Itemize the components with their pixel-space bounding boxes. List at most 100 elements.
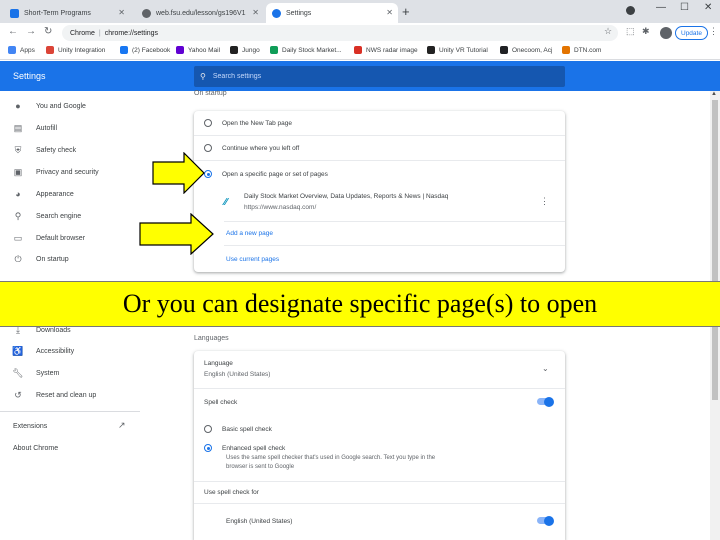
startup-option-specific-pages[interactable]: Open a specific page or set of pages [194,164,565,184]
startup-option-new-tab[interactable]: Open the New Tab page [194,113,565,133]
sidebar-item-privacy[interactable]: ▣ Privacy and security [0,163,140,181]
sidebar-item-label: System [36,369,60,377]
bookmark-item[interactable]: Yahoo Mail [176,46,220,54]
scroll-up-arrow-icon[interactable]: ▲ [711,91,717,97]
bookmark-item[interactable]: DTN.com [562,46,601,54]
bookmark-label: Onecoom, Acj [512,46,553,54]
startup-option-continue[interactable]: Continue where you left off [194,138,565,158]
bookmark-favicon [270,46,278,54]
chevron-down-icon[interactable]: ⌄ [542,364,549,373]
sidebar-item-default-browser[interactable]: ▭ Default browser [0,229,140,247]
radio-button-selected[interactable] [204,444,212,452]
more-options-icon[interactable]: ⋮ [540,196,549,207]
tab-settings[interactable]: Settings ✕ [266,3,398,23]
close-icon[interactable]: ✕ [386,8,393,17]
browser-icon: ▭ [13,232,23,243]
radio-button[interactable] [204,144,212,152]
bookmark-item[interactable]: (2) Facebook [120,46,170,54]
sidebar-item-label: Search engine [36,212,82,220]
radio-button[interactable] [204,425,212,433]
option-label: Open the New Tab page [222,119,292,127]
bookmark-item[interactable]: Daily Stock Market... [270,46,342,54]
close-icon[interactable]: ✕ [252,8,259,17]
back-arrow-icon[interactable]: ← [8,26,18,37]
sidebar-item-about[interactable]: About Chrome [0,439,140,457]
extension-icon[interactable]: ⬚ [626,26,635,37]
site-chip[interactable]: Chrome [70,30,95,37]
use-spell-check-for-label: Use spell check for [204,489,259,496]
sidebar-divider [0,411,140,412]
bookmark-item[interactable]: Unity Integration [46,46,105,54]
bookmark-label: Unity VR Tutorial [439,46,488,54]
reload-icon[interactable]: ↻ [44,26,52,37]
bookmark-item[interactable]: Onecoom, Acj [500,46,552,54]
spell-language-toggle[interactable] [537,515,554,526]
scrollbar-thumb[interactable] [712,100,718,400]
link-label: Add a new page [226,229,273,237]
palette-icon: ◕ [15,189,21,199]
close-icon[interactable]: ✕ [118,8,125,17]
external-link-icon[interactable]: ↗ [118,420,126,431]
sidebar-item-appearance[interactable]: ◕ Appearance [0,185,140,203]
clipboard-icon: ▤ [13,122,23,133]
bookmark-apps[interactable]: Apps [8,46,35,54]
spell-check-row[interactable]: Spell check [194,392,565,412]
sidebar-item-reset[interactable]: ↺ Reset and clean up [0,386,140,404]
settings-search[interactable]: ⚲ [194,66,565,87]
address-bar[interactable]: Chrome | chrome://settings [62,25,618,41]
divider [194,135,565,136]
annotation-arrow-icon [152,152,205,194]
menu-icon[interactable]: ⋮ [709,26,718,37]
use-current-pages-link[interactable]: Use current pages [194,249,565,269]
bookmark-item[interactable]: NWS radar image [354,46,418,54]
bookmarks-bar: Apps Unity Integration (2) Facebook Yaho… [0,43,720,60]
sidebar-item-safety-check[interactable]: ⛨ Safety check [0,141,140,159]
search-icon: ⚲ [14,210,22,221]
tab-web-fsu[interactable]: web.fsu.edu/lesson/gs196V1 ✕ [136,3,264,23]
settings-header: Settings ⚲ [0,61,720,91]
option-label: Continue where you left off [222,144,300,152]
tab-short-term-programs[interactable]: Short-Term Programs ✕ [4,3,130,23]
sidebar-item-autofill[interactable]: ▤ Autofill [0,119,140,137]
maximize-button[interactable]: ☐ [680,2,689,13]
bookmark-item[interactable]: Unity VR Tutorial [427,46,488,54]
shield-icon: ⛨ [14,144,22,155]
bookmark-item[interactable]: Jungo [230,46,260,54]
spell-language-row[interactable]: English (United States) [194,511,565,531]
url-text[interactable]: chrome://settings [105,30,158,37]
option-label: Basic spell check [222,425,272,433]
screen: Short-Term Programs ✕ web.fsu.edu/lesson… [0,0,720,540]
puzzle-icon[interactable]: ✱ [642,26,650,37]
bookmark-label: Apps [20,46,35,54]
sidebar-item-on-startup[interactable]: ⏻ On startup [0,250,140,268]
caption-banner: Or you can designate specific page(s) to… [0,281,720,327]
tab-label: Short-Term Programs [24,9,91,17]
person-icon: ● [15,101,21,111]
nasdaq-icon: ∕∕ [224,197,228,208]
add-new-page-link[interactable]: Add a new page [194,223,565,243]
new-tab-button[interactable]: + [402,4,410,19]
account-icon[interactable] [626,6,635,15]
star-icon[interactable]: ☆ [604,26,612,37]
sidebar-item-you-and-google[interactable]: ● You and Google [0,97,140,115]
update-button[interactable]: Update [675,26,708,40]
sidebar-item-label: Reset and clean up [36,391,97,399]
bookmark-label: Daily Stock Market... [282,46,342,54]
sidebar-item-search-engine[interactable]: ⚲ Search engine [0,207,140,225]
search-input[interactable] [212,73,513,80]
radio-button[interactable] [204,119,212,127]
sidebar-item-accessibility[interactable]: ♿ Accessibility [0,342,140,360]
spell-check-toggle[interactable] [537,396,554,407]
bookmark-label: DTN.com [574,46,602,54]
languages-card: Language English (United States) ⌄ Spell… [194,351,565,540]
bookmark-favicon [354,46,362,54]
separator: | [98,29,101,37]
window-close-button[interactable]: ✕ [704,2,712,13]
minimize-button[interactable]: — [656,2,666,13]
divider [194,388,565,389]
basic-spell-check-option[interactable]: Basic spell check [194,419,565,439]
sidebar-item-system[interactable]: 🔧︎ System [0,364,140,382]
profile-avatar[interactable] [660,27,672,39]
sidebar-item-label: Extensions [13,422,48,430]
forward-arrow-icon[interactable]: → [26,26,36,37]
